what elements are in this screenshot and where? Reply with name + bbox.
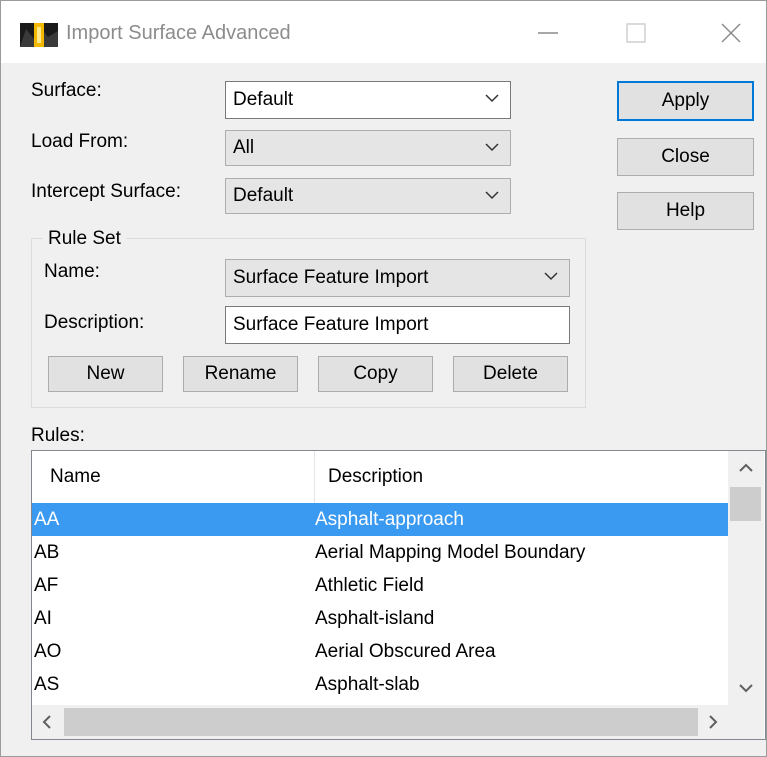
help-button[interactable]: Help <box>617 192 754 230</box>
apply-button[interactable]: Apply <box>617 81 754 121</box>
rule-name: AA <box>34 508 60 530</box>
title-bar[interactable]: Import Surface Advanced <box>1 1 766 63</box>
rules-list-header: Name Description <box>32 451 728 503</box>
chevron-down-icon <box>485 191 499 200</box>
rule-set-description-field[interactable]: Surface Feature Import <box>225 306 570 344</box>
horizontal-scroll-thumb[interactable] <box>64 708 698 736</box>
rule-name-label: Name: <box>44 261 100 282</box>
intercept-surface-value: Default <box>233 185 294 206</box>
rule-set-name-dropdown[interactable]: Surface Feature Import <box>225 259 570 297</box>
rule-name: AS <box>34 673 60 695</box>
rule-row[interactable]: AI Asphalt-island <box>32 602 728 635</box>
close-button[interactable]: Close <box>617 138 754 176</box>
scroll-down-arrow-icon[interactable] <box>739 683 753 693</box>
load-from-dropdown[interactable]: All <box>225 130 511 166</box>
scroll-right-arrow-icon[interactable] <box>708 715 718 729</box>
rule-description: Asphalt-island <box>315 607 435 629</box>
rule-name: AI <box>34 607 52 629</box>
surface-value: Default <box>233 89 294 110</box>
maximize-button[interactable] <box>604 1 668 63</box>
rule-row[interactable]: AS Asphalt-slab <box>32 668 728 701</box>
rule-row[interactable]: AF Athletic Field <box>32 569 728 602</box>
intercept-surface-dropdown[interactable]: Default <box>225 178 511 214</box>
rules-label: Rules: <box>31 425 85 446</box>
rule-set-name-value: Surface Feature Import <box>233 267 429 288</box>
rule-set-title: Rule Set <box>43 228 126 250</box>
load-from-value: All <box>233 137 255 158</box>
chevron-down-icon <box>485 94 499 103</box>
delete-rule-set-button[interactable]: Delete <box>453 356 568 392</box>
rule-row[interactable]: AO Aerial Obscured Area <box>32 635 728 668</box>
maximize-icon <box>626 23 646 43</box>
new-rule-set-button[interactable]: New <box>48 356 163 392</box>
column-header-name[interactable]: Name <box>50 451 101 503</box>
surface-label: Surface: <box>31 80 102 101</box>
scroll-up-arrow-icon[interactable] <box>739 463 753 473</box>
chevron-down-icon <box>544 272 558 281</box>
rules-list[interactable]: Name Description AA Asphalt-approach AB … <box>31 450 766 740</box>
horizontal-scrollbar[interactable] <box>32 705 728 739</box>
rule-row[interactable]: AB Aerial Mapping Model Boundary <box>32 536 728 569</box>
scroll-left-arrow-icon[interactable] <box>42 715 52 729</box>
minimize-icon <box>538 32 558 34</box>
load-from-label: Load From: <box>31 131 129 152</box>
rule-description: Aerial Obscured Area <box>315 640 496 662</box>
intercept-surface-label: Intercept Surface: <box>31 181 181 202</box>
minimize-button[interactable] <box>516 1 580 63</box>
rule-description-label: Description: <box>44 312 145 333</box>
window-close-button[interactable] <box>699 1 763 63</box>
rule-name: AO <box>34 640 62 662</box>
rule-description: Asphalt-approach <box>315 508 464 530</box>
vertical-scrollbar[interactable] <box>728 451 764 705</box>
app-surface-icon <box>20 23 58 47</box>
scrollbar-corner <box>728 705 764 739</box>
rule-row[interactable]: AA Asphalt-approach <box>32 503 728 536</box>
rule-description: Asphalt-slab <box>315 673 420 695</box>
column-divider[interactable] <box>314 451 315 503</box>
rename-rule-set-button[interactable]: Rename <box>183 356 298 392</box>
rule-description: Aerial Mapping Model Boundary <box>315 541 586 563</box>
import-surface-advanced-dialog: Import Surface Advanced Surface: Default… <box>0 0 767 757</box>
rule-name: AF <box>34 574 59 596</box>
chevron-down-icon <box>485 143 499 152</box>
surface-dropdown[interactable]: Default <box>225 81 511 119</box>
column-header-description[interactable]: Description <box>328 451 423 503</box>
rule-name: AB <box>34 541 60 563</box>
vertical-scroll-thumb[interactable] <box>730 487 761 521</box>
rule-description: Athletic Field <box>315 574 424 596</box>
window-title: Import Surface Advanced <box>66 22 291 44</box>
copy-rule-set-button[interactable]: Copy <box>318 356 433 392</box>
close-icon <box>721 23 741 43</box>
